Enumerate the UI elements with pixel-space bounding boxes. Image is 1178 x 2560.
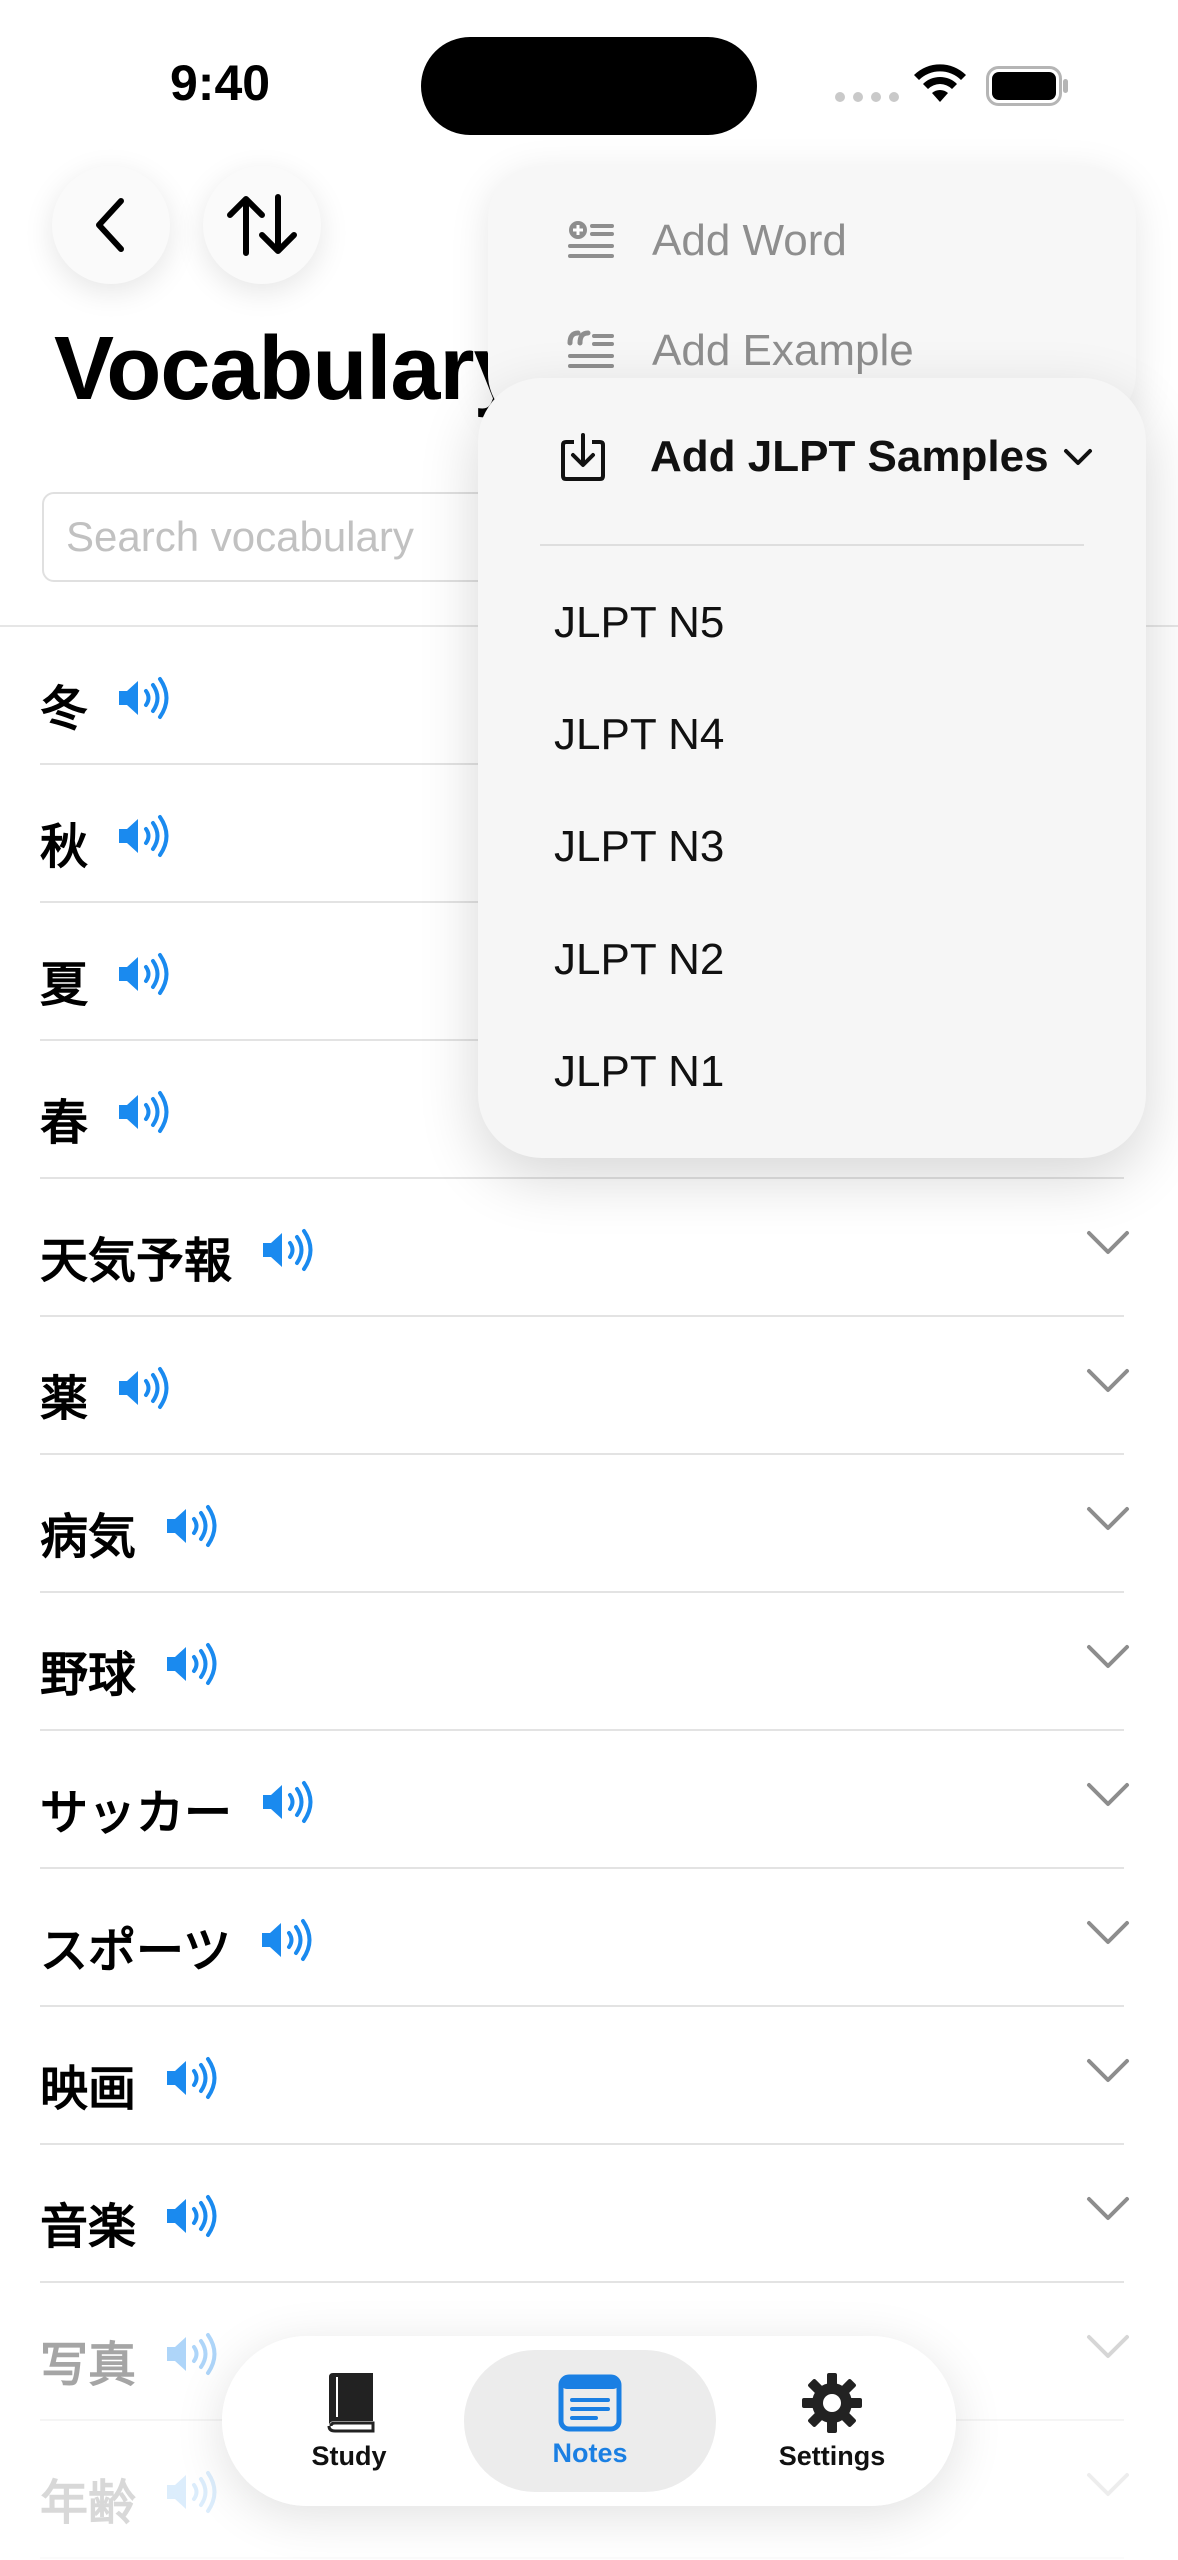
arrow-up-down-icon	[227, 194, 297, 256]
speaker-icon[interactable]	[116, 814, 170, 870]
speaker-icon[interactable]	[164, 2194, 218, 2250]
vocab-word: 夏	[40, 957, 89, 1013]
vocab-word-cell: サッカー	[40, 1773, 314, 1843]
vocab-word-cell: 野球	[40, 1635, 218, 1705]
vocab-word-cell: 天気予報	[40, 1221, 314, 1291]
chevron-down-icon[interactable]	[1086, 1367, 1130, 1400]
tab-bar: Study Notes Settings	[222, 2336, 956, 2506]
vocab-word: 薬	[40, 1371, 89, 1427]
speaker-icon[interactable]	[164, 2056, 218, 2112]
vocab-word-cell: 写真	[40, 2325, 218, 2395]
speaker-icon[interactable]	[164, 1504, 218, 1560]
cellular-signal-icon	[835, 92, 899, 102]
speaker-icon[interactable]	[116, 676, 170, 732]
speaker-icon[interactable]	[260, 1228, 314, 1284]
vocab-word: 映画	[40, 2061, 137, 2117]
tab-notes[interactable]: Notes	[464, 2336, 716, 2506]
menu-item-add-word[interactable]: Add Word	[566, 216, 847, 266]
chevron-down-icon[interactable]	[1086, 2195, 1130, 2228]
menu-item-jlpt-n5[interactable]: JLPT N5	[554, 598, 724, 648]
tab-study[interactable]: Study	[272, 2336, 426, 2506]
vocab-word: 野球	[40, 1647, 137, 1703]
gear-icon	[802, 2372, 862, 2433]
add-example-icon	[566, 329, 614, 373]
back-button[interactable]	[52, 166, 170, 284]
vocab-word-cell: 映画	[40, 2049, 218, 2119]
menu-item-jlpt-n4[interactable]: JLPT N4	[554, 710, 724, 760]
menu-item-label: Add Word	[652, 216, 847, 265]
chevron-down-icon[interactable]	[1086, 1643, 1130, 1676]
vocab-row[interactable]: 病気	[0, 1455, 1178, 1593]
book-icon	[327, 2372, 375, 2432]
vocab-word: 写真	[40, 2337, 137, 2393]
vocab-word: 春	[40, 1095, 89, 1151]
vocab-word-cell: 夏	[40, 945, 170, 1015]
divider	[540, 544, 1084, 546]
submenu-title: Add JLPT Samples	[650, 432, 1049, 481]
dynamic-island	[421, 37, 757, 135]
speaker-icon[interactable]	[260, 1780, 314, 1836]
chevron-down-icon[interactable]	[1086, 1781, 1130, 1814]
vocab-word: 音楽	[40, 2199, 137, 2255]
vocab-word: サッカー	[40, 1785, 233, 1841]
notes-icon	[558, 2374, 622, 2431]
chevron-down-icon[interactable]	[1086, 1919, 1130, 1952]
add-word-icon	[566, 219, 614, 263]
vocab-word: 冬	[40, 681, 89, 737]
menu-item-jlpt-n2[interactable]: JLPT N2	[554, 935, 724, 985]
vocab-row[interactable]: 野球	[0, 1593, 1178, 1731]
vocab-word: 年齢	[40, 2475, 137, 2531]
chevron-left-icon	[96, 198, 124, 252]
menu-item-jlpt-n3[interactable]: JLPT N3	[554, 822, 724, 872]
chevron-down-icon	[1063, 447, 1093, 467]
speaker-icon[interactable]	[116, 952, 170, 1008]
speaker-icon[interactable]	[164, 1642, 218, 1698]
tab-settings[interactable]: Settings	[732, 2336, 932, 2506]
speaker-icon[interactable]	[116, 1090, 170, 1146]
vocab-word: 病気	[40, 1509, 137, 1565]
page-title: Vocabulary	[54, 319, 524, 419]
tab-label: Study	[311, 2440, 387, 2471]
vocab-word: 天気予報	[40, 1233, 233, 1289]
chevron-down-icon[interactable]	[1086, 1505, 1130, 1538]
tab-label: Notes	[552, 2437, 628, 2468]
vocab-word: スポーツ	[40, 1923, 232, 1979]
battery-icon	[986, 66, 1070, 111]
vocab-word-cell: 春	[40, 1083, 170, 1153]
vocab-row[interactable]: 天気予報	[0, 1179, 1178, 1317]
download-tray-icon	[560, 432, 606, 482]
chevron-down-icon[interactable]	[1086, 1229, 1130, 1262]
vocab-row[interactable]: 薬	[0, 1317, 1178, 1455]
vocab-row[interactable]: 音楽	[0, 2145, 1178, 2283]
menu-item-add-example[interactable]: Add Example	[566, 326, 914, 376]
submenu-header[interactable]: Add JLPT Samples	[560, 432, 1093, 482]
vocab-word-cell: 年齢	[40, 2463, 218, 2533]
menu-item-label: Add Example	[652, 326, 914, 375]
speaker-icon[interactable]	[259, 1918, 313, 1974]
speaker-icon[interactable]	[164, 2470, 218, 2526]
vocab-word-cell: 冬	[40, 669, 170, 739]
vocab-word-cell: 病気	[40, 1497, 218, 1567]
vocab-row[interactable]: スポーツ	[0, 1869, 1178, 2007]
chevron-down-icon[interactable]	[1086, 2057, 1130, 2090]
vocab-word-cell: 薬	[40, 1359, 170, 1429]
speaker-icon[interactable]	[164, 2332, 218, 2388]
speaker-icon[interactable]	[116, 1366, 170, 1422]
wifi-icon	[912, 62, 968, 111]
menu-item-jlpt-n1[interactable]: JLPT N1	[554, 1047, 724, 1097]
jlpt-samples-submenu: Add JLPT Samples JLPT N5 JLPT N4 JLPT N3…	[478, 378, 1146, 1158]
chevron-down-icon[interactable]	[1086, 2471, 1130, 2504]
tab-label: Settings	[778, 2440, 886, 2471]
vocab-word: 秋	[40, 819, 89, 875]
vocab-word-cell: 秋	[40, 807, 170, 877]
sort-button[interactable]	[203, 166, 321, 284]
vocab-word-cell: 音楽	[40, 2187, 218, 2257]
vocab-word-cell: スポーツ	[40, 1911, 313, 1981]
screen: 9:40 Vocabulary 冬秋夏春天気予報薬病気野球サ	[0, 0, 1178, 2560]
chevron-down-icon[interactable]	[1086, 2333, 1130, 2366]
vocab-row[interactable]: サッカー	[0, 1731, 1178, 1869]
vocab-row[interactable]: 映画	[0, 2007, 1178, 2145]
status-time: 9:40	[170, 55, 271, 111]
